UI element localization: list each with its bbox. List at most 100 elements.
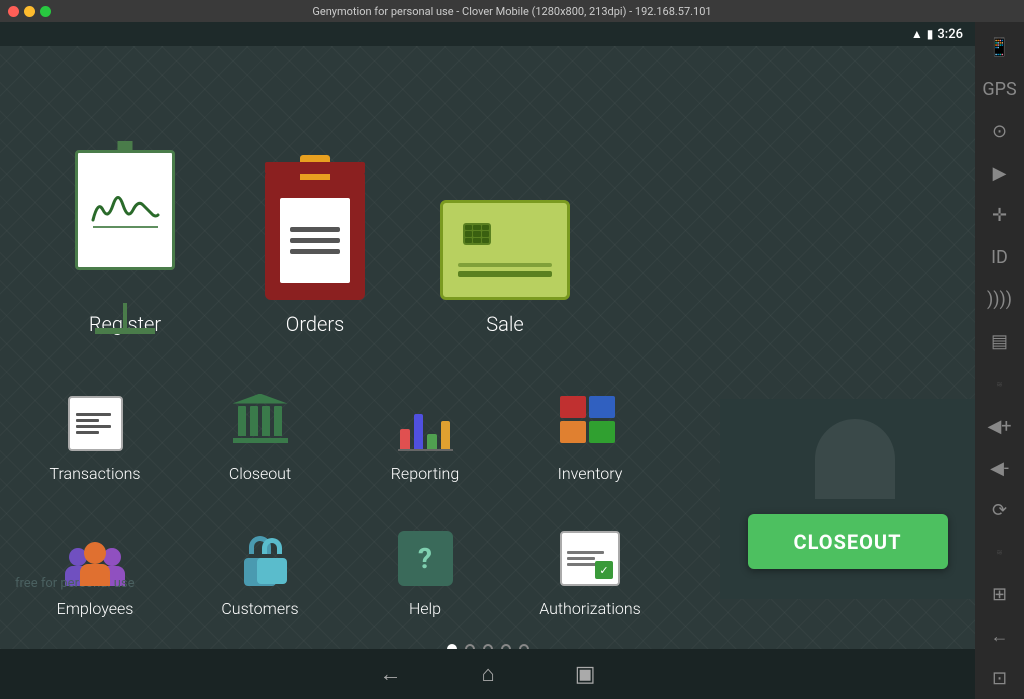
- closeout-icon-wrapper: [228, 391, 293, 456]
- help-icon-wrapper: ?: [393, 526, 458, 591]
- phone-screen: ▲ ▮ 3:26 Register: [0, 22, 975, 699]
- inventory-icon-wrapper: [558, 391, 623, 456]
- id-icon[interactable]: ID: [979, 238, 1021, 278]
- trans-line-3: [76, 425, 111, 428]
- order-line-2: [290, 238, 340, 243]
- card-chip: [463, 223, 491, 245]
- help-label: Help: [409, 599, 441, 618]
- transactions-label: Transactions: [50, 464, 141, 483]
- status-icons: ▲ ▮ 3:26: [911, 27, 963, 42]
- rotate-icon[interactable]: ⟳: [979, 490, 1021, 530]
- person-body-3: [80, 564, 110, 586]
- wifi-sidebar-icon[interactable]: )))): [979, 280, 1021, 320]
- bank-columns: [238, 406, 282, 436]
- reporting-label: Reporting: [391, 464, 459, 483]
- app-inventory[interactable]: Inventory: [510, 361, 670, 491]
- message-icon[interactable]: ▤: [979, 322, 1021, 362]
- camera-icon[interactable]: ⊙: [979, 111, 1021, 151]
- app-closeout[interactable]: Closeout: [180, 361, 340, 491]
- auth-line-2: [567, 557, 595, 560]
- top-row: Register Orders: [0, 46, 975, 356]
- window-title: Genymotion for personal use - Clover Mob…: [312, 5, 711, 18]
- recents-button[interactable]: ▣: [575, 662, 596, 687]
- trans-line-2: [76, 419, 99, 422]
- app-register[interactable]: Register: [30, 150, 220, 346]
- status-bar: ▲ ▮ 3:26: [0, 22, 975, 46]
- transactions-icon: [68, 396, 123, 451]
- authorizations-label: Authorizations: [539, 599, 641, 618]
- customers-icon-wrapper: [228, 526, 293, 591]
- status-time: 3:26: [937, 27, 963, 42]
- closeout-button-label: CLOSEOUT: [794, 530, 902, 554]
- report-base-line: [398, 449, 453, 451]
- right-sidebar: 📱 GPS ⊙ ▶ ✛ ID )))) ▤ ≋ ◀+ ◀- ⟳ ≋ ⊞ ← ⊡: [975, 22, 1024, 699]
- bank-col-3: [262, 406, 270, 436]
- battery-icon: ▮: [927, 27, 934, 41]
- app-sale[interactable]: Sale: [410, 200, 600, 346]
- bank-col-1: [238, 406, 246, 436]
- back-sidebar-icon[interactable]: ←: [979, 617, 1021, 657]
- report-bar-2: [414, 414, 424, 449]
- inventory-label: Inventory: [558, 464, 623, 483]
- video-icon[interactable]: ▶: [979, 153, 1021, 193]
- inv-item-3: [589, 396, 615, 418]
- app-area: Register Orders: [0, 46, 975, 649]
- move-icon[interactable]: ✛: [979, 196, 1021, 236]
- sale-icon: [440, 200, 570, 300]
- orders-icon: [265, 170, 365, 300]
- closeout-button[interactable]: CLOSEOUT: [748, 514, 948, 569]
- lock-body-2: [257, 558, 287, 584]
- orders-label: Orders: [286, 312, 344, 336]
- order-line-3: [290, 249, 340, 254]
- register-base: [95, 328, 155, 334]
- trans-line-1: [76, 413, 111, 416]
- register-signature-svg: [88, 185, 163, 235]
- bank-col-2: [250, 406, 258, 436]
- bank-col-4: [274, 406, 282, 436]
- reporting-icon: [396, 396, 454, 451]
- auth-checkmark: ✓: [595, 561, 613, 579]
- app-orders[interactable]: Orders: [220, 170, 410, 346]
- bank-base: [233, 438, 288, 443]
- transactions-icon-wrapper: [63, 391, 128, 456]
- app-transactions[interactable]: Transactions: [15, 361, 175, 491]
- sale-label: Sale: [486, 312, 523, 336]
- lock-shackle-2: [262, 538, 282, 554]
- report-bar-3: [427, 434, 437, 449]
- reporting-icon-wrapper: [393, 391, 458, 456]
- gps-icon[interactable]: GPS: [979, 69, 1021, 109]
- report-bars: [400, 404, 450, 449]
- volume-up-icon[interactable]: ◀+: [979, 406, 1021, 446]
- closeout-label: Closeout: [229, 464, 291, 483]
- app-employees[interactable]: Employees: [15, 496, 175, 626]
- ghost-figure: [815, 419, 895, 499]
- app-help[interactable]: ? Help: [345, 496, 505, 626]
- customers-icon: [230, 531, 290, 586]
- back-button[interactable]: ←: [379, 661, 401, 687]
- title-bar: Genymotion for personal use - Clover Mob…: [0, 0, 1024, 22]
- app-customers[interactable]: Customers: [180, 496, 340, 626]
- inv-col-2: [589, 396, 615, 451]
- square-icon[interactable]: ⊡: [979, 659, 1021, 699]
- register-leg: [123, 303, 127, 328]
- minimize-button[interactable]: [24, 6, 35, 17]
- help-icon: ?: [398, 531, 453, 586]
- grid-icon[interactable]: ⊞: [979, 575, 1021, 615]
- traffic-lights: [8, 6, 51, 17]
- report-bar-1: [400, 429, 410, 449]
- customers-label: Customers: [221, 599, 298, 618]
- authorizations-icon-wrapper: ✓: [558, 526, 623, 591]
- closeout-area: CLOSEOUT: [720, 399, 975, 599]
- person-head-3: [84, 542, 106, 564]
- register-board: [75, 150, 175, 270]
- app-reporting[interactable]: Reporting: [345, 361, 505, 491]
- report-bar-4: [441, 421, 451, 449]
- nav-bar: ← ⌂ ▣: [0, 649, 975, 699]
- close-button[interactable]: [8, 6, 19, 17]
- maximize-button[interactable]: [40, 6, 51, 17]
- home-button[interactable]: ⌂: [481, 661, 494, 687]
- volume-down-icon[interactable]: ◀-: [979, 448, 1021, 488]
- auth-icon: ✓: [560, 531, 620, 586]
- app-authorizations[interactable]: ✓ Authorizations: [510, 496, 670, 626]
- trans-line-4: [76, 431, 99, 434]
